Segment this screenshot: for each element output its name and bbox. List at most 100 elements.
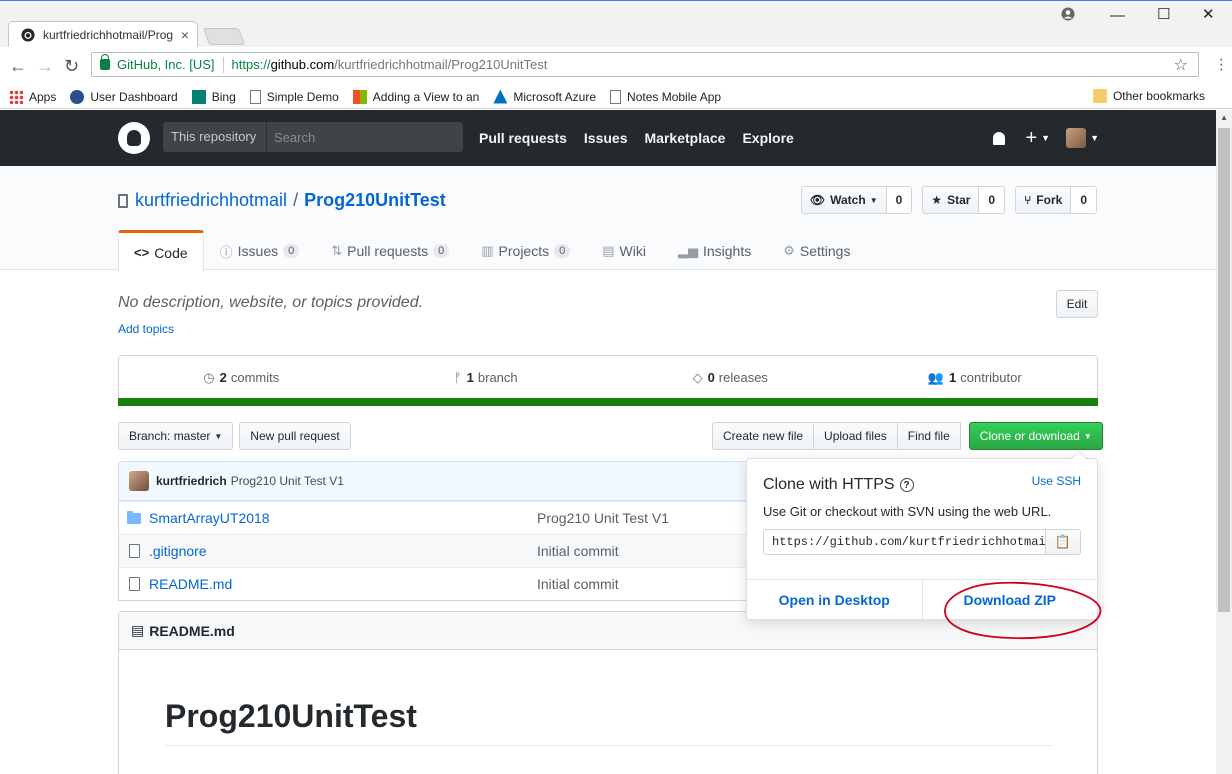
watch-count[interactable]: 0 [886,186,913,214]
open-in-desktop-button[interactable]: Open in Desktop [747,580,922,620]
tab-wiki[interactable]: ▤ Wiki [586,230,662,271]
chevron-down-icon: ▼ [869,195,878,205]
commit-message[interactable]: Prog210 Unit Test V1 [231,474,344,488]
chevron-down-icon[interactable]: ▼ [1041,133,1050,143]
github-logo-icon[interactable] [118,122,150,154]
browser-menu-icon[interactable]: · · · [1219,52,1224,78]
repo-name-link[interactable]: Prog210UnitTest [304,190,446,211]
repo-owner-link[interactable]: kurtfriedrichhotmail [135,190,287,211]
close-window-icon[interactable]: ✕ [1202,5,1215,23]
avatar[interactable] [129,471,149,491]
reload-icon[interactable]: ↻ [64,56,79,77]
bookmark-other[interactable]: Other bookmarks [1092,89,1205,103]
browser-tabstrip: kurtfriedrichhotmail/Prog × — ☐ ✕ [0,0,1232,48]
tab-label: Pull requests [347,243,429,259]
tab-issues[interactable]: ⓘ Issues 0 [204,230,316,271]
maximize-icon[interactable]: ☐ [1157,5,1170,23]
copy-to-clipboard-button[interactable]: 📋 [1045,529,1081,555]
tab-close-icon[interactable]: × [181,27,189,43]
secure-label: GitHub, Inc. [US] [117,57,215,72]
file-name-link[interactable]: SmartArrayUT2018 [149,510,537,526]
clone-or-download-button[interactable]: Clone or download ▼ [968,422,1103,450]
branch-label: branch [477,370,518,385]
tab-title: kurtfriedrichhotmail/Prog [43,28,173,42]
notifications-bell-icon[interactable] [993,131,1006,145]
clone-dropdown: Clone with HTTPS ? Use SSH Use Git or ch… [746,451,1098,620]
search-input[interactable] [267,122,463,152]
create-new-plus-icon[interactable]: + [1025,128,1037,148]
file-commit-message[interactable]: Initial commit [537,543,619,559]
chevron-down-icon: ▼ [214,431,223,441]
bookmark-user-dashboard[interactable]: User Dashboard [70,89,178,104]
new-tab-button[interactable] [202,28,246,45]
tab-label: Wiki [619,243,646,259]
bookmark-simple-demo[interactable]: Simple Demo [249,89,339,104]
nav-marketplace[interactable]: Marketplace [645,130,726,146]
file-commit-message[interactable]: Prog210 Unit Test V1 [537,510,669,526]
readme-divider [165,745,1053,746]
file-icon [128,577,140,591]
bookmark-bing[interactable]: Bing [191,89,236,104]
clone-title: Clone with HTTPS ? [763,476,914,494]
file-name-link[interactable]: .gitignore [149,543,537,559]
find-file-button[interactable]: Find file [896,422,961,450]
browser-tab[interactable]: kurtfriedrichhotmail/Prog × [8,21,198,48]
create-new-file-button[interactable]: Create new file [712,422,815,450]
fork-count[interactable]: 0 [1071,186,1097,214]
branch-select-label: Branch: master [129,429,211,443]
file-commit-message[interactable]: Initial commit [537,576,619,592]
help-icon[interactable]: ? [899,478,914,492]
history-icon: ◷ [203,369,215,385]
chevron-down-icon[interactable]: ▼ [1090,133,1099,143]
url-scheme: https:// [231,57,271,72]
upload-files-button[interactable]: Upload files [813,422,898,450]
use-ssh-link[interactable]: Use SSH [1032,474,1081,488]
bookmark-label: Apps [29,89,57,104]
fork-button[interactable]: ⑂ Fork [1015,186,1072,214]
edit-description-button[interactable]: Edit [1056,290,1098,318]
commits-count: 2 [219,370,227,385]
gear-icon: ⚙ [783,243,795,258]
book-icon: ▤ [602,243,615,258]
minimize-icon[interactable]: — [1110,7,1125,24]
bookmarks-bar: Apps User Dashboard Bing Simple Demo Add… [0,85,1232,109]
bookmark-azure[interactable]: Microsoft Azure [493,89,596,104]
nav-explore[interactable]: Explore [742,130,793,146]
nav-issues[interactable]: Issues [584,130,628,146]
bookmark-notes-app[interactable]: Notes Mobile App [610,89,721,104]
star-count[interactable]: 0 [979,186,1006,214]
language-bar[interactable] [118,398,1098,406]
address-bar[interactable]: GitHub, Inc. [US] https://github.com/kur… [91,52,1199,77]
tab-projects[interactable]: ▥ Projects 0 [465,230,586,271]
profile-icon[interactable] [1061,7,1075,25]
file-name-link[interactable]: README.md [149,576,537,592]
scrollbar-thumb[interactable] [1218,128,1230,612]
bookmark-adding-view[interactable]: Adding a View to an [352,89,479,104]
star-button[interactable]: ★ Star [922,186,980,214]
user-dashboard-icon [70,89,85,104]
commit-author[interactable]: kurtfriedrich [156,474,227,488]
branch-select-button[interactable]: Branch: master ▼ [118,422,234,450]
forward-icon[interactable]: → [36,56,54,77]
add-topics-link[interactable]: Add topics [118,322,174,336]
avatar[interactable] [1066,128,1087,148]
issue-icon: ⓘ [219,244,233,260]
new-pull-request-button[interactable]: New pull request [239,422,351,450]
clone-url-input[interactable] [763,529,1046,555]
watch-group: 👁 Watch ▼ 0 [800,186,913,214]
download-zip-button[interactable]: Download ZIP [921,580,1098,620]
tab-settings[interactable]: ⚙ Settings [767,230,866,271]
tab-insights[interactable]: ▂▅ Insights [662,230,767,271]
page-icon [610,89,622,104]
bookmark-label: Simple Demo [266,89,339,104]
bookmark-apps[interactable]: Apps [9,89,57,104]
tab-code[interactable]: <> Code [118,230,204,272]
tab-counter: 0 [433,244,450,258]
watch-button[interactable]: 👁 Watch ▼ [800,186,887,214]
bookmark-star-icon[interactable]: ☆ [1174,55,1188,75]
nav-pull-requests[interactable]: Pull requests [479,130,567,146]
clone-actions: Open in Desktop Download ZIP [747,579,1097,620]
back-icon[interactable]: ← [9,56,27,77]
scroll-up-icon[interactable]: ▲ [1220,113,1228,122]
tab-pull-requests[interactable]: ⇅ Pull requests 0 [315,230,465,271]
